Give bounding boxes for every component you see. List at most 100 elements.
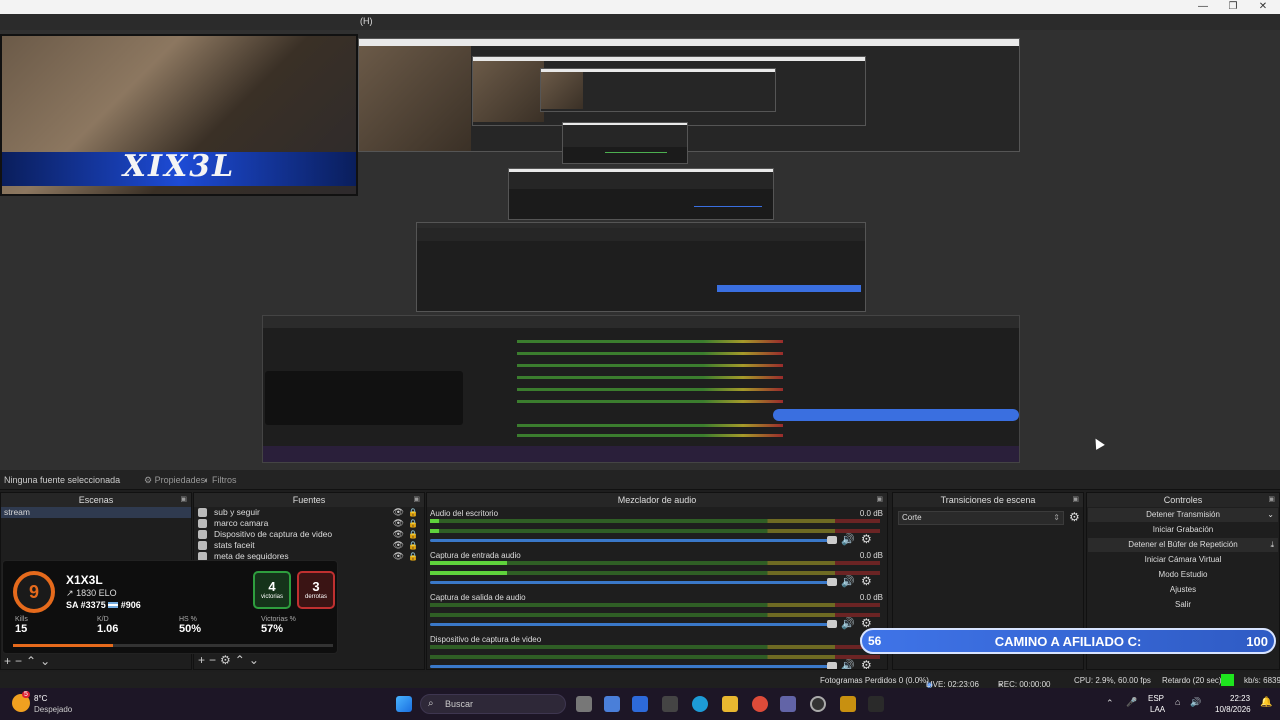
health-indicator	[1221, 674, 1234, 686]
input-language[interactable]: ESP	[1148, 694, 1164, 703]
filters-label: Filtros	[211, 475, 237, 485]
scene-item[interactable]: stream	[1, 507, 191, 518]
exit-button[interactable]: Salir	[1088, 598, 1278, 612]
teams-icon[interactable]	[780, 696, 796, 712]
clock-date[interactable]: 10/8/2026	[1215, 705, 1251, 714]
undock-icon[interactable]: ▣	[876, 493, 883, 507]
app-icon[interactable]	[868, 696, 884, 712]
speaker-icon[interactable]: 🔊	[841, 575, 855, 588]
app-icon[interactable]	[662, 696, 678, 712]
volume-slider-handle[interactable]	[827, 536, 837, 544]
move-up-icon[interactable]: ⌃	[26, 654, 40, 668]
app-icon[interactable]	[840, 696, 856, 712]
edge-icon[interactable]	[692, 696, 708, 712]
volume-icon[interactable]: 🔊	[1190, 697, 1201, 708]
eye-icon[interactable]: 👁	[393, 529, 404, 540]
menu-help[interactable]: (H)	[360, 16, 373, 26]
chevron-up-icon[interactable]: ⌃	[1106, 698, 1114, 709]
taskbar-search[interactable]: ⌕ Buscar	[420, 694, 566, 714]
mixer-track: Captura de entrada audio 0.0 dB 🔊 ⚙	[427, 549, 887, 591]
save-replay-icon[interactable]: ⤓	[1270, 538, 1274, 552]
volume-slider-handle[interactable]	[827, 578, 837, 586]
volume-slider[interactable]	[430, 665, 836, 668]
notifications-icon[interactable]: 🔔	[1260, 697, 1272, 708]
move-down-icon[interactable]: ⌄	[249, 653, 263, 667]
source-item[interactable]: sub y seguir 👁 🔒	[194, 507, 424, 518]
add-icon[interactable]: +	[4, 654, 15, 668]
filters-button[interactable]: ◐ Filtros	[200, 473, 240, 487]
speaker-icon[interactable]: 🔊	[841, 533, 855, 546]
start-recording-button[interactable]: Iniciar Grabación	[1088, 523, 1278, 537]
speaker-icon[interactable]: 🔊	[841, 659, 855, 669]
move-down-icon[interactable]: ⌄	[40, 654, 54, 668]
volume-slider-handle[interactable]	[827, 620, 837, 628]
lock-icon[interactable]: 🔒	[408, 540, 418, 551]
settings-button[interactable]: Ajustes	[1088, 583, 1278, 597]
scenes-title: Escenas	[78, 495, 114, 505]
network-icon[interactable]: ⌂	[1175, 697, 1180, 707]
source-item[interactable]: Dispositivo de captura de video 👁 🔒	[194, 529, 424, 540]
start-icon[interactable]	[396, 696, 412, 712]
volume-slider[interactable]	[430, 581, 836, 584]
add-icon[interactable]: +	[198, 653, 209, 667]
gear-icon[interactable]: ⚙	[861, 658, 872, 669]
maximize-button[interactable]: ❐	[1218, 0, 1248, 14]
remove-icon[interactable]: −	[209, 653, 220, 667]
source-item[interactable]: marco camara 👁 🔒	[194, 518, 424, 529]
undock-icon[interactable]: ▣	[413, 493, 420, 507]
lock-icon[interactable]: 🔒	[408, 529, 418, 540]
undock-icon[interactable]: ▣	[1072, 493, 1079, 507]
remove-icon[interactable]: −	[15, 654, 26, 668]
task-view-icon[interactable]	[576, 696, 592, 712]
properties-button[interactable]: ⚙ Propiedades	[140, 473, 209, 487]
minimize-button[interactable]: —	[1188, 0, 1218, 14]
losses-box: 3 derrotas	[297, 571, 335, 609]
start-virtual-camera-button[interactable]: Iniciar Cámara Virtual	[1088, 553, 1278, 567]
kd-stat: K/D 1.06	[97, 616, 118, 635]
lock-icon[interactable]: 🔒	[408, 551, 418, 562]
eye-icon[interactable]: 👁	[393, 507, 404, 518]
clock-time[interactable]: 22:23	[1230, 694, 1250, 703]
window-titlebar: — ❐ ✕	[0, 0, 1280, 14]
volume-meter	[430, 655, 880, 659]
eye-icon[interactable]: 👁	[393, 518, 404, 529]
close-button[interactable]: ✕	[1248, 0, 1278, 14]
volume-slider[interactable]	[430, 539, 836, 542]
volume-meter-level	[430, 561, 507, 565]
eye-icon[interactable]: 👁	[393, 540, 404, 551]
folder-icon[interactable]	[722, 696, 738, 712]
studio-mode-button[interactable]: Modo Estudio	[1088, 568, 1278, 582]
store-icon[interactable]	[604, 696, 620, 712]
hs-value: 50%	[179, 623, 202, 635]
volume-slider[interactable]	[430, 623, 836, 626]
cpu-usage: CPU: 2.9%, 60.00 fps	[1074, 676, 1151, 685]
undock-icon[interactable]: ▣	[1268, 493, 1275, 507]
chevron-down-icon[interactable]: ⌄	[1267, 508, 1274, 522]
lock-icon[interactable]: 🔒	[408, 507, 418, 518]
source-item[interactable]: stats faceit 👁 🔒	[194, 540, 424, 551]
eye-icon[interactable]: 👁	[393, 551, 404, 562]
sources-footer: +−⚙⌃⌄	[198, 653, 263, 667]
mixer-track-db: 0.0 dB	[859, 593, 883, 602]
gear-icon[interactable]: ⚙	[861, 574, 872, 588]
gear-icon[interactable]: ⚙	[1069, 510, 1080, 524]
chrome-icon[interactable]	[752, 696, 768, 712]
microphone-icon[interactable]: 🎤	[1126, 697, 1137, 708]
source-label: stats faceit	[214, 540, 255, 550]
obs-icon[interactable]	[810, 696, 826, 712]
controls-header: Controles ▣	[1087, 493, 1279, 507]
move-up-icon[interactable]: ⌃	[235, 653, 249, 667]
transition-select[interactable]: Corte ⇕	[898, 511, 1064, 525]
settings-icon[interactable]: ⚙	[220, 653, 235, 667]
gear-icon[interactable]: ⚙	[861, 532, 872, 546]
dropped-frames: Fotogramas Perdidos 0 (0.0%)	[820, 676, 929, 685]
volume-slider-handle[interactable]	[827, 662, 837, 669]
app-icon[interactable]	[632, 696, 648, 712]
keyboard-layout[interactable]: LAA	[1150, 705, 1165, 714]
undock-icon[interactable]: ▣	[180, 493, 187, 507]
stop-replay-buffer-button[interactable]: Detener el Búfer de Repetición ⤓	[1088, 538, 1278, 552]
lock-icon[interactable]: 🔒	[408, 518, 418, 529]
speaker-icon[interactable]: 🔊	[841, 617, 855, 630]
stop-streaming-button[interactable]: Detener Transmisión ⌄	[1088, 508, 1278, 522]
preview-canvas[interactable]: XIX3L	[0, 30, 1280, 470]
